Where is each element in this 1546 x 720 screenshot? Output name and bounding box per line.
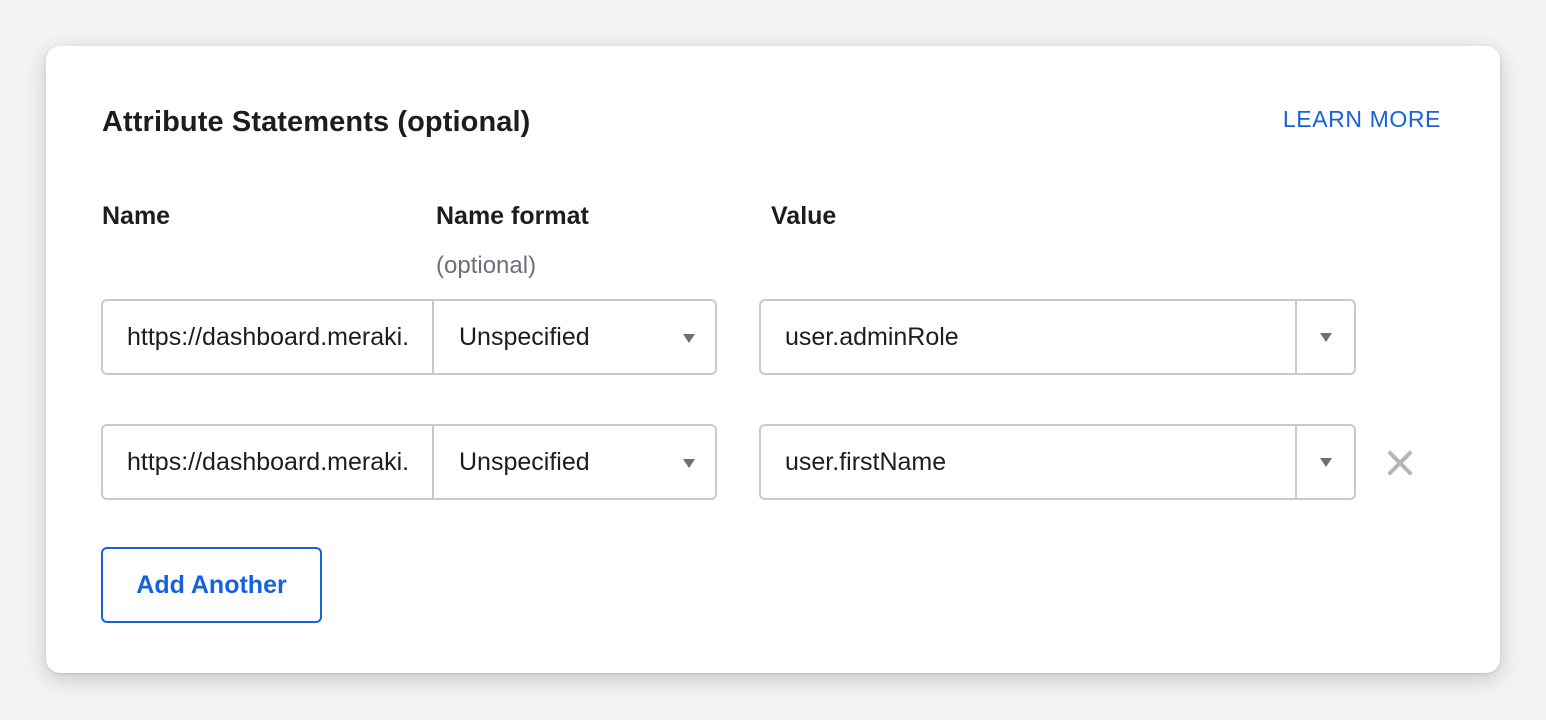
close-icon[interactable]: [1385, 448, 1415, 478]
learn-more-link[interactable]: LEARN MORE: [1283, 106, 1441, 133]
add-another-button[interactable]: Add Another: [101, 547, 322, 623]
attribute-row: Unspecified: [101, 299, 1421, 375]
name-format-select[interactable]: Unspecified: [432, 424, 717, 500]
attribute-value-input[interactable]: [761, 426, 1295, 498]
name-format-select[interactable]: Unspecified: [432, 299, 717, 375]
attribute-statements-card: Attribute Statements (optional) LEARN MO…: [46, 46, 1500, 673]
attribute-row: Unspecified: [101, 424, 1421, 500]
chevron-down-icon: [683, 334, 695, 343]
chevron-down-icon: [1320, 458, 1332, 467]
name-format-selected-value: Unspecified: [459, 448, 590, 476]
chevron-down-icon: [683, 459, 695, 468]
attribute-value-input[interactable]: [761, 301, 1295, 373]
column-header-name-format-hint: (optional): [436, 252, 537, 279]
column-header-name: Name: [102, 202, 171, 230]
name-format-selected-value: Unspecified: [459, 323, 590, 351]
value-dropdown-toggle[interactable]: [1297, 426, 1354, 498]
attribute-name-input[interactable]: [101, 299, 433, 375]
attribute-name-input[interactable]: [101, 424, 433, 500]
chevron-down-icon: [1320, 333, 1332, 342]
section-title: Attribute Statements (optional): [102, 106, 531, 138]
value-dropdown-toggle[interactable]: [1297, 301, 1354, 373]
attribute-value-combobox: [759, 424, 1356, 500]
column-header-value: Value: [771, 202, 837, 230]
attribute-value-combobox: [759, 299, 1356, 375]
column-header-name-format: Name format: [436, 202, 589, 230]
